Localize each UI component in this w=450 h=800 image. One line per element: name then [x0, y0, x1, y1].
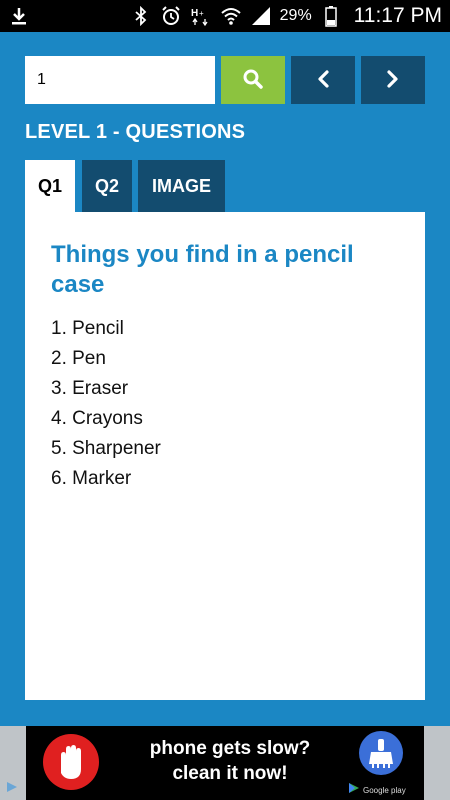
ad-line-1: phone gets slow?: [149, 738, 311, 759]
search-button[interactable]: [221, 56, 285, 104]
tab-q2[interactable]: Q2: [82, 160, 132, 212]
answer-list: 1. Pencil 2. Pen 3. Eraser 4. Crayons 5.…: [51, 314, 399, 494]
battery-icon: [320, 5, 342, 27]
chevron-right-icon: [385, 69, 401, 92]
google-play-badge[interactable]: Google play: [348, 782, 418, 798]
ad-text: phone gets slow? clean it now!: [120, 736, 340, 786]
hspa-icon: H +: [190, 5, 212, 27]
google-play-icon: [348, 781, 360, 799]
answer-item: 2. Pen: [51, 348, 106, 369]
answer-item: 3. Eraser: [51, 378, 129, 399]
ad-banner[interactable]: phone gets slow? clean it now! Google pl…: [0, 726, 450, 800]
wifi-icon: [220, 5, 242, 27]
question-panel: Things you find in a pencil case 1. Penc…: [25, 212, 425, 700]
previous-button[interactable]: [291, 56, 355, 104]
chevron-left-icon: [315, 69, 331, 92]
search-input[interactable]: [25, 56, 215, 104]
ad-line-2: clean it now!: [172, 763, 288, 784]
battery-percent: 29%: [279, 7, 312, 24]
answer-item: 5. Sharpener: [51, 438, 161, 459]
alarm-icon: [160, 5, 182, 27]
page-title: LEVEL 1 - QUESTIONS: [25, 121, 246, 143]
ad-side-panel-left: [0, 726, 26, 800]
answer-item: 1. Pencil: [51, 318, 124, 339]
status-bar: H + 29% 11:17 PM: [0, 0, 450, 32]
search-icon: [242, 68, 264, 93]
tab-q1[interactable]: Q1: [25, 160, 75, 213]
question-title: Things you find in a pencil case: [51, 241, 354, 298]
answer-item: 6. Marker: [51, 468, 132, 489]
download-icon: [8, 5, 30, 27]
cleaner-app-icon: [358, 730, 404, 776]
clock: 11:17 PM: [353, 4, 442, 27]
answer-item: 4. Crayons: [51, 408, 143, 429]
bluetooth-icon: [130, 5, 152, 27]
ad-choices-icon[interactable]: [4, 780, 20, 794]
svg-text:H: H: [191, 8, 198, 19]
svg-text:+: +: [199, 9, 204, 18]
signal-icon: [250, 5, 272, 27]
next-button[interactable]: [361, 56, 425, 104]
ad-side-panel-right: [424, 726, 450, 800]
google-play-label: Google play: [363, 785, 406, 795]
tab-image[interactable]: IMAGE: [138, 160, 225, 212]
stop-hand-icon: [42, 733, 100, 791]
